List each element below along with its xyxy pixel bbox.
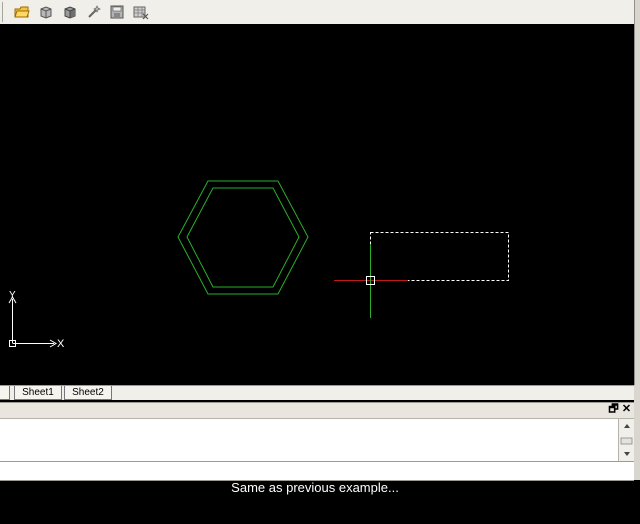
scroll-down-icon <box>624 452 630 456</box>
wand-icon[interactable] <box>85 3 103 21</box>
command-history <box>0 419 618 462</box>
tab-sheet1[interactable]: Sheet1 <box>14 386 62 400</box>
ucs-y-label: Y <box>9 290 16 301</box>
drawing-svg: Y X <box>8 180 509 350</box>
scroll-up-icon <box>624 424 630 428</box>
hexagon-outer <box>177 180 309 295</box>
sheet-tabs-bar: Sheet1 Sheet2 <box>0 385 634 400</box>
tab-model[interactable] <box>0 386 10 400</box>
cube-shaded-icon[interactable] <box>61 3 79 21</box>
toolbar-separator <box>2 2 3 22</box>
open-folder-icon[interactable] <box>13 3 31 21</box>
close-button[interactable]: ✕ <box>621 404 632 415</box>
command-window-titlebar <box>0 402 634 419</box>
window-edge <box>634 0 640 385</box>
toolbar <box>0 0 634 25</box>
drawing-canvas[interactable]: Y X <box>0 24 634 385</box>
cube-icon[interactable] <box>37 3 55 21</box>
selection-rectangle <box>370 232 509 281</box>
database-delete-icon[interactable] <box>132 3 150 21</box>
ucs-icon <box>8 296 57 348</box>
restore-button[interactable]: 🗗 <box>608 404 619 415</box>
save-icon[interactable] <box>108 3 126 21</box>
ucs-x-label: X <box>57 338 65 350</box>
tab-sheet2[interactable]: Sheet2 <box>64 386 112 400</box>
command-input[interactable] <box>0 462 634 481</box>
hexagon-inner <box>186 187 300 288</box>
command-scrollbar[interactable] <box>618 419 635 462</box>
scroll-thumb <box>620 437 633 445</box>
window-edge-lower <box>634 385 640 480</box>
video-caption: Same as previous example... <box>231 480 399 495</box>
